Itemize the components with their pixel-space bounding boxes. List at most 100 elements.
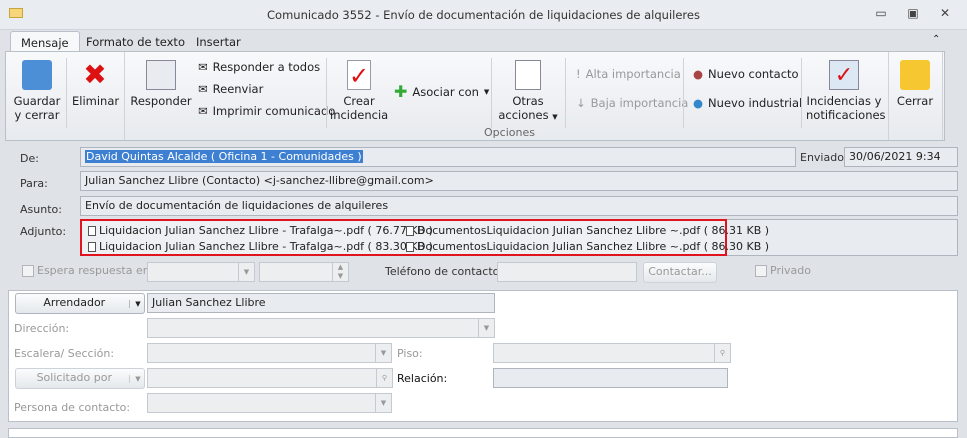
floppy-disk-icon bbox=[22, 60, 52, 90]
attachment-item[interactable]: Liquidacion Julian Sanchez Llibre - Traf… bbox=[88, 240, 433, 253]
solicitado-por-button[interactable]: Solicitado por ▼ bbox=[15, 368, 145, 389]
nuevo-industrial-button[interactable]: ● Nuevo industrial bbox=[693, 96, 802, 110]
exclamation-icon: ! bbox=[576, 67, 581, 81]
file-icon bbox=[406, 241, 414, 252]
worker-icon: ● bbox=[693, 96, 704, 110]
attachment-item[interactable]: Liquidacion Julian Sanchez Llibre - Traf… bbox=[88, 224, 433, 237]
window-title: Comunicado 3552 - Envío de documentación… bbox=[267, 8, 700, 22]
responder-button[interactable]: Responder bbox=[130, 60, 192, 108]
asunto-label: Asunto: bbox=[20, 203, 62, 216]
de-field[interactable]: David Quintas Alcalde ( Oficina 1 - Comu… bbox=[80, 147, 796, 167]
divider bbox=[491, 58, 492, 128]
dropdown-arrow-icon[interactable]: ▼ bbox=[375, 344, 391, 362]
incidencias-notificaciones-button[interactable]: ✓ Incidencias y notificaciones bbox=[806, 60, 886, 122]
imprimir-button[interactable]: ✉ Imprimir comunicado bbox=[198, 104, 335, 118]
alta-importancia-button[interactable]: ! Alta importancia bbox=[576, 67, 681, 81]
attachment-item[interactable]: DocumentosLiquidacion Julian Sanchez Lli… bbox=[406, 224, 769, 237]
dropdown-arrow-icon[interactable]: ▼ bbox=[238, 263, 254, 281]
forward-icon: ✉ bbox=[198, 82, 208, 96]
dropdown-arrow-icon[interactable]: ▼ bbox=[478, 319, 494, 337]
persona-contacto-label: Persona de contacto: bbox=[14, 401, 131, 414]
spinner-arrows-icon[interactable]: ▲ ▼ bbox=[332, 263, 348, 281]
dropdown-arrow-icon: ▼ bbox=[129, 375, 141, 383]
file-icon bbox=[406, 225, 414, 236]
attachments-highlight: Liquidacion Julian Sanchez Llibre - Traf… bbox=[80, 219, 769, 256]
espera-spinner[interactable]: ▲ ▼ bbox=[259, 262, 349, 282]
nuevo-contacto-button[interactable]: ● Nuevo contacto bbox=[693, 67, 799, 81]
divider bbox=[124, 52, 125, 140]
privado-label: Privado bbox=[770, 264, 811, 277]
piso-label: Piso: bbox=[397, 347, 423, 360]
divider bbox=[942, 52, 943, 140]
telefono-field[interactable] bbox=[497, 262, 637, 282]
de-label: De: bbox=[20, 152, 39, 165]
divider bbox=[801, 58, 802, 128]
delete-x-icon: ✖ bbox=[83, 58, 107, 91]
dropdown-arrow-icon: ▼ bbox=[552, 113, 558, 121]
eliminar-button[interactable]: ✖ Eliminar bbox=[72, 58, 119, 109]
espera-respuesta-checkbox[interactable] bbox=[22, 265, 34, 277]
telefono-label: Teléfono de contacto: bbox=[385, 265, 504, 278]
relacion-field[interactable] bbox=[493, 368, 728, 388]
document-list-icon bbox=[515, 60, 541, 90]
para-label: Para: bbox=[20, 177, 48, 190]
baja-importancia-button[interactable]: ↓ Baja importancia bbox=[576, 96, 688, 110]
down-arrow-icon: ↓ bbox=[576, 96, 586, 110]
minimize-button[interactable]: ▭ bbox=[871, 6, 891, 22]
asociar-con-button[interactable]: ✚ Asociar con ▼ bbox=[394, 82, 489, 101]
tab-insertar[interactable]: Insertar bbox=[186, 31, 251, 52]
collapse-ribbon-icon[interactable]: ⌃ bbox=[932, 34, 940, 45]
title-bar: Comunicado 3552 - Envío de documentación… bbox=[0, 0, 967, 30]
reply-all-icon: ✉ bbox=[198, 60, 208, 74]
enviado-field: 30/06/2021 9:34 bbox=[844, 147, 958, 167]
plus-icon: ✚ bbox=[394, 82, 408, 101]
crear-incidencia-button[interactable]: ✓ Crear incidencia bbox=[330, 60, 388, 122]
escalera-label: Escalera/ Sección: bbox=[14, 347, 115, 360]
reenviar-button[interactable]: ✉ Reenviar bbox=[198, 82, 263, 96]
divider bbox=[565, 58, 566, 128]
responder-todos-button[interactable]: ✉ Responder a todos bbox=[198, 60, 320, 74]
tab-mensaje[interactable]: Mensaje bbox=[10, 31, 80, 52]
asunto-field[interactable]: Envío de documentación de liquidaciones … bbox=[80, 196, 958, 216]
dropdown-arrow-icon[interactable]: ▼ bbox=[375, 394, 391, 412]
enviado-label: Enviado: bbox=[800, 151, 848, 164]
relacion-label: Relación: bbox=[397, 372, 448, 385]
message-body[interactable] bbox=[8, 428, 958, 438]
divider bbox=[683, 58, 684, 128]
person-icon: ● bbox=[693, 67, 704, 81]
search-icon[interactable]: ⚲ bbox=[376, 369, 392, 387]
attachment-item[interactable]: DocumentosLiquidacion Julian Sanchez Lli… bbox=[406, 240, 769, 253]
tab-formato-texto[interactable]: Formato de texto bbox=[76, 31, 195, 52]
divider bbox=[326, 58, 327, 128]
espera-respuesta-label: Espera respuesta en: bbox=[37, 264, 154, 277]
arrendador-field[interactable]: Julian Sanchez Llibre bbox=[147, 293, 495, 313]
divider bbox=[888, 52, 889, 140]
file-icon bbox=[88, 241, 96, 252]
search-icon[interactable]: ⚲ bbox=[714, 344, 730, 362]
close-button[interactable]: ✕ bbox=[935, 6, 955, 22]
para-field[interactable]: Julian Sanchez Llibre (Contacto) <j-sanc… bbox=[80, 171, 958, 191]
clipboard-check-icon: ✓ bbox=[347, 60, 371, 90]
maximize-button[interactable]: ▣ bbox=[903, 6, 923, 22]
privado-checkbox[interactable] bbox=[755, 265, 767, 277]
contactar-button[interactable]: Contactar... bbox=[643, 262, 717, 283]
piso-field[interactable]: ⚲ bbox=[493, 343, 731, 363]
direccion-combo[interactable]: ▼ bbox=[147, 318, 495, 338]
cerrar-button[interactable]: Cerrar bbox=[894, 60, 936, 108]
print-icon: ✉ bbox=[198, 104, 208, 118]
divider bbox=[66, 58, 67, 128]
solicitado-field[interactable]: ⚲ bbox=[147, 368, 393, 388]
persona-contacto-combo[interactable]: ▼ bbox=[147, 393, 392, 413]
direccion-label: Dirección: bbox=[14, 322, 70, 335]
reply-envelope-icon bbox=[146, 60, 176, 90]
otras-acciones-button[interactable]: Otras acciones ▼ bbox=[498, 60, 558, 124]
dropdown-arrow-icon: ▼ bbox=[129, 300, 141, 308]
escalera-combo[interactable]: ▼ bbox=[147, 343, 392, 363]
dropdown-arrow-icon: ▼ bbox=[483, 87, 490, 96]
espera-combo[interactable]: ▼ bbox=[147, 262, 255, 282]
group-label-opciones: Opciones bbox=[484, 126, 535, 139]
arrendador-button[interactable]: Arrendador ▼ bbox=[15, 293, 145, 314]
guardar-cerrar-button[interactable]: Guardar y cerrar bbox=[12, 60, 62, 122]
adjunto-label: Adjunto: bbox=[20, 225, 67, 238]
folder-exit-icon bbox=[900, 60, 930, 90]
